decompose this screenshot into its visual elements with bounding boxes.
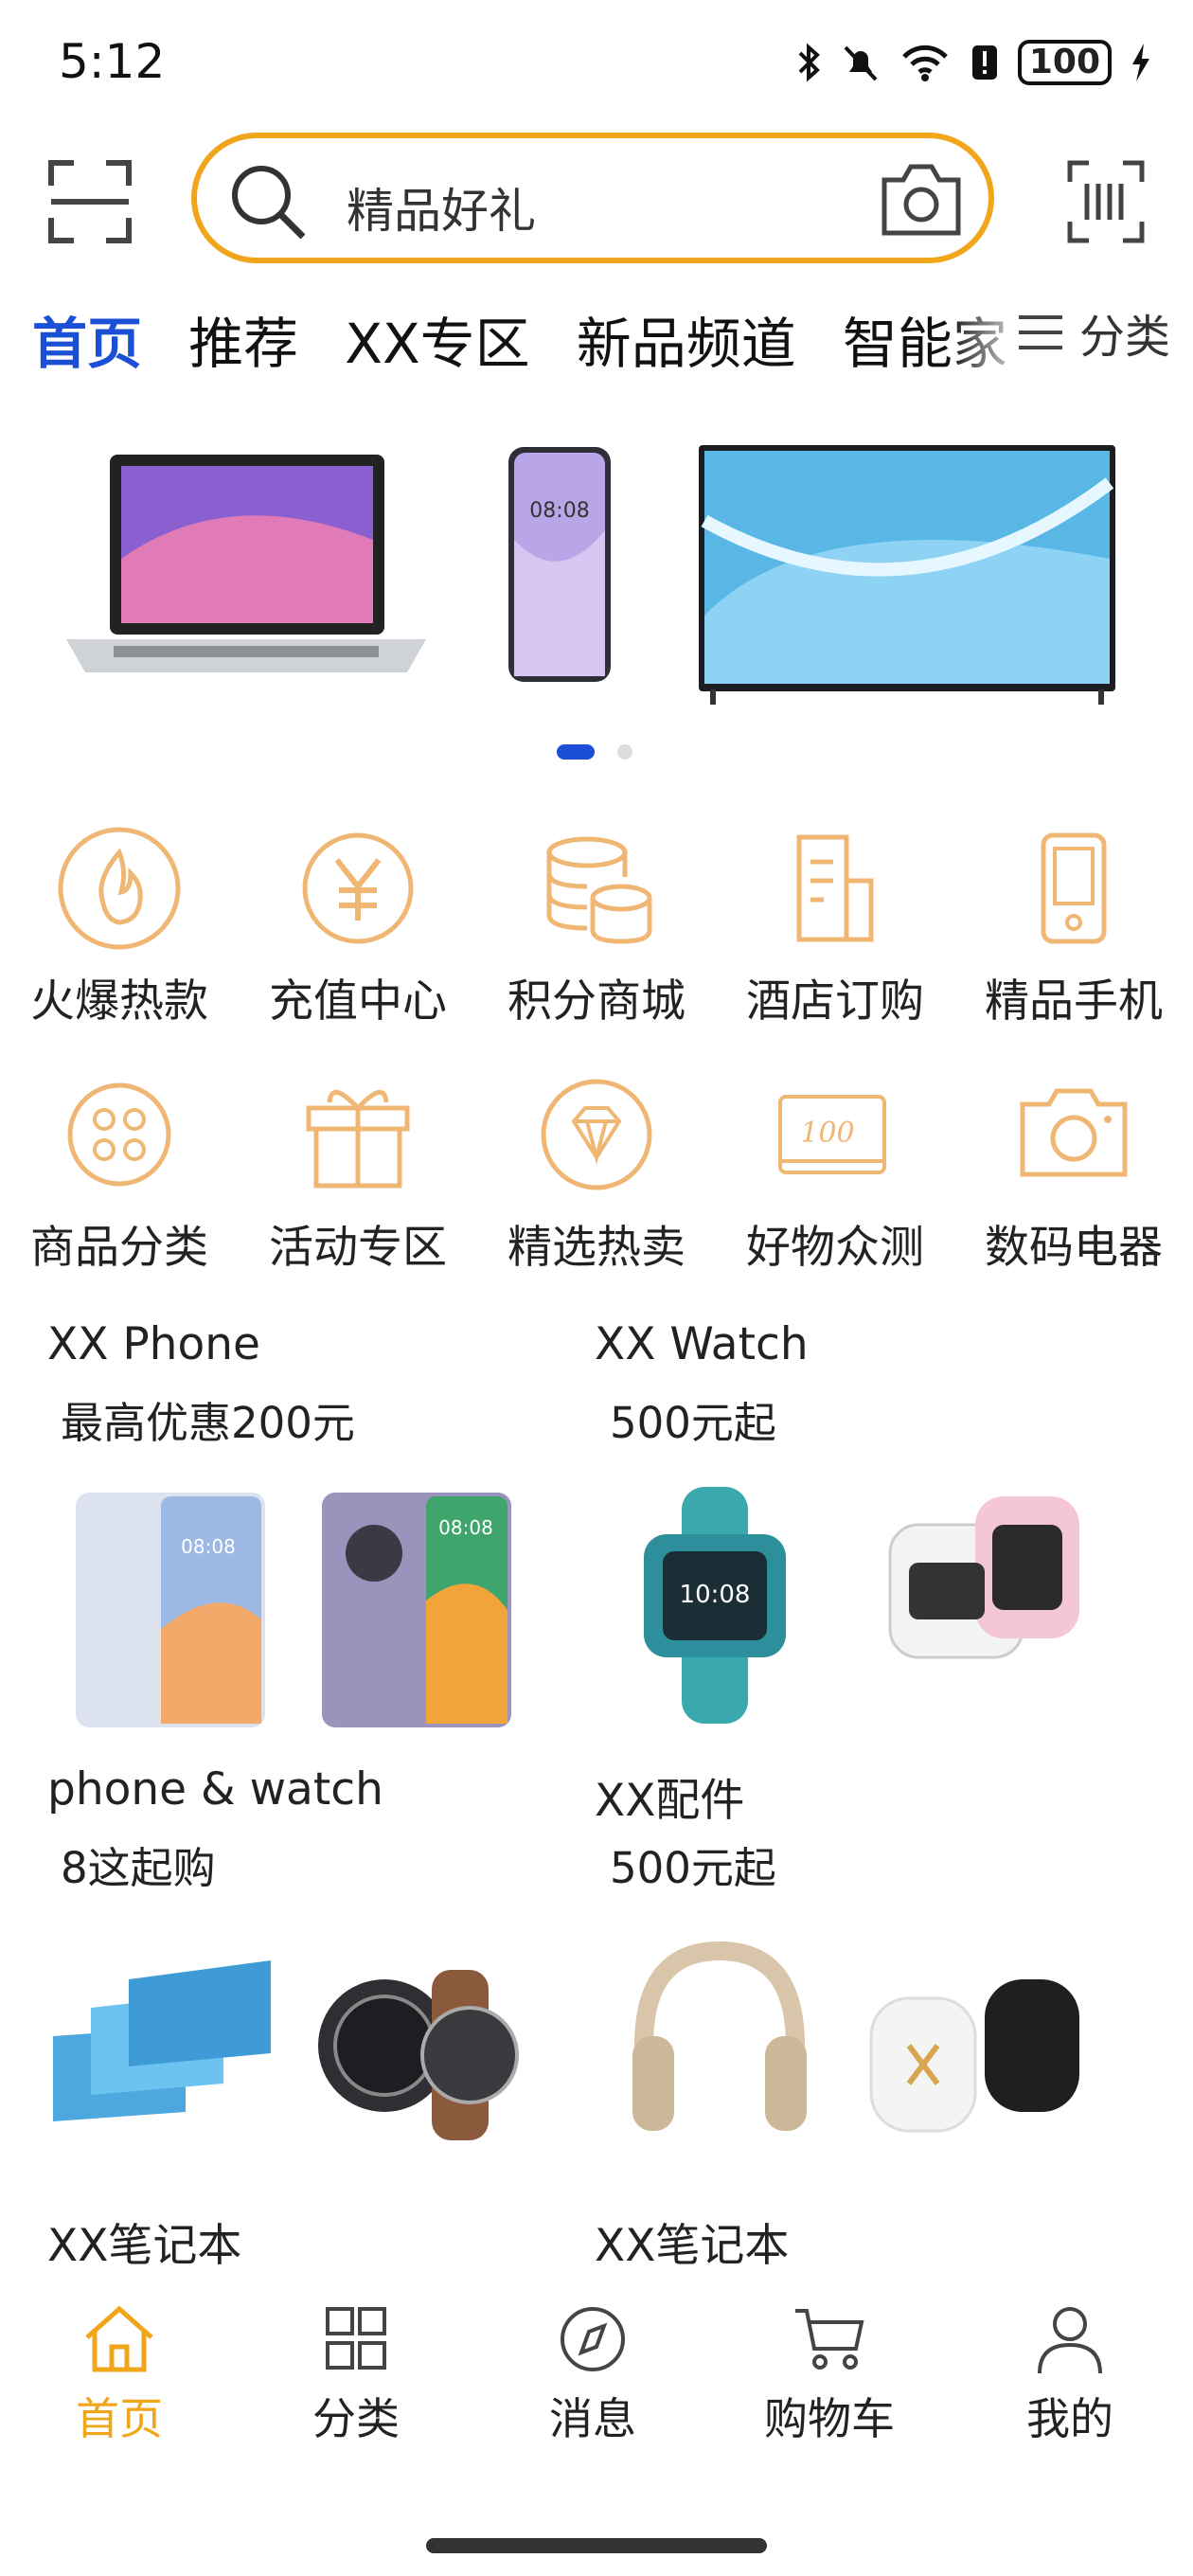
bottom-navigation: 首页 分类 消息 购物车 我的 [0, 2303, 1193, 2531]
tab-home[interactable]: 首页 [32, 299, 142, 375]
product-title: XX Phone [47, 1318, 260, 1370]
charging-icon [1132, 44, 1149, 81]
category-button[interactable]: 分类 [1015, 299, 1170, 366]
quick-link-label: 充值中心 [269, 975, 447, 1028]
search-icon [232, 166, 306, 240]
status-icons: 100 [796, 40, 1151, 85]
phone-icon [1041, 832, 1107, 944]
quick-link-hotel[interactable]: 酒店订购 [716, 824, 954, 1029]
compass-icon [561, 2307, 625, 2371]
quick-link-events[interactable]: 活动专区 [239, 1070, 477, 1276]
camera-search-icon[interactable] [879, 159, 964, 239]
product-subtitle: 500元起 [610, 1398, 776, 1448]
nav-label: 消息 [549, 2393, 636, 2444]
list-icon [1019, 315, 1062, 349]
diamond-icon [541, 1079, 652, 1190]
alert-icon [971, 45, 997, 80]
tv-watch-image[interactable] [53, 1932, 526, 2140]
svg-text:08:08: 08:08 [181, 1535, 236, 1558]
status-time: 5:12 [59, 34, 166, 89]
nav-profile[interactable]: 我的 [975, 2303, 1165, 2447]
quick-link-label: 火爆热款 [30, 975, 208, 1028]
yuan-icon [302, 832, 414, 944]
quick-link-points[interactable]: 积分商城 [477, 824, 716, 1029]
svg-text:08:08: 08:08 [438, 1516, 493, 1539]
product-title: XX笔记本 [595, 2220, 790, 2272]
quick-link-categories[interactable]: 商品分类 [0, 1070, 239, 1276]
phones-image[interactable]: 08:08 08:08 [57, 1487, 530, 1733]
quick-link-label: 积分商城 [507, 975, 686, 1028]
category-label: 分类 [1079, 311, 1171, 364]
svg-text:10:08: 10:08 [680, 1581, 751, 1609]
quick-link-label: 数码电器 [985, 1222, 1163, 1274]
quick-link-label: 精品手机 [985, 975, 1163, 1028]
camera-icon [1020, 1088, 1128, 1177]
accessories-image[interactable] [625, 1932, 1098, 2150]
tab-xx-zone[interactable]: XX专区 [345, 299, 529, 375]
mute-icon [844, 45, 878, 81]
wifi-icon [902, 45, 948, 81]
quick-link-phones[interactable]: 精品手机 [954, 824, 1193, 1029]
product-subtitle: 最高优惠200元 [61, 1398, 355, 1448]
search-input[interactable] [191, 133, 994, 263]
quick-link-label: 酒店订购 [746, 975, 924, 1028]
grid-icon [326, 2307, 386, 2370]
tv-image [699, 445, 1115, 705]
cart-icon [795, 2309, 864, 2370]
nav-messages[interactable]: 消息 [498, 2303, 687, 2447]
coins-icon [546, 836, 652, 944]
product-title: XX笔记本 [47, 2220, 242, 2272]
laptop-image [66, 455, 426, 672]
dots-grid-icon [67, 1082, 171, 1187]
carousel-dot [617, 744, 632, 760]
product-banner[interactable]: 08:08 [57, 445, 1136, 720]
carousel-dot-active [557, 744, 595, 760]
quick-link-trial[interactable]: 100 好物众测 [716, 1070, 954, 1276]
product-title: phone & watch [47, 1763, 383, 1816]
nav-cart[interactable]: 购物车 [735, 2303, 924, 2447]
quick-link-label: 好物众测 [746, 1222, 924, 1274]
product-subtitle: 8这起购 [61, 1843, 216, 1893]
nav-categories[interactable]: 分类 [261, 2303, 451, 2447]
quick-link-recharge[interactable]: 充值中心 [239, 824, 477, 1029]
home-icon [85, 2305, 153, 2372]
barcode-scan-icon[interactable] [1066, 159, 1146, 244]
nav-label: 分类 [312, 2393, 400, 2444]
quick-link-label: 商品分类 [30, 1222, 208, 1274]
product-subtitle: 500元起 [610, 1843, 776, 1893]
nav-label: 我的 [1026, 2393, 1113, 2444]
top-tabs: 首页 推荐 XX专区 新品频道 智能家 [32, 299, 1017, 375]
product-title: XX配件 [595, 1775, 745, 1827]
phone-image: 08:08 [508, 447, 611, 682]
bluetooth-icon [798, 43, 820, 82]
quick-link-bestsellers[interactable]: 精选热卖 [477, 1070, 716, 1276]
quick-link-label: 活动专区 [269, 1222, 447, 1274]
quick-link-digital[interactable]: 数码电器 [954, 1070, 1193, 1276]
nav-label: 购物车 [764, 2393, 895, 2444]
quick-link-hot[interactable]: 火爆热款 [0, 824, 239, 1029]
watches-image[interactable]: 10:08 [625, 1487, 1079, 1724]
battery-indicator: 100 [1017, 40, 1112, 85]
gift-icon [306, 1090, 410, 1189]
product-title: XX Watch [595, 1318, 809, 1370]
svg-text:100: 100 [800, 1117, 854, 1150]
flame-icon [58, 827, 181, 950]
building-icon [796, 834, 874, 942]
home-indicator[interactable] [426, 2538, 767, 2553]
svg-text:08:08: 08:08 [529, 499, 589, 523]
tab-new-products[interactable]: 新品频道 [577, 299, 796, 375]
nav-label: 首页 [76, 2393, 163, 2444]
scan-icon[interactable] [47, 159, 133, 244]
user-icon [1038, 2307, 1102, 2374]
tab-recommend[interactable]: 推荐 [188, 299, 298, 375]
nav-home[interactable]: 首页 [25, 2303, 214, 2447]
search-placeholder: 精品好礼 [347, 184, 536, 239]
quick-link-label: 精选热卖 [507, 1222, 686, 1274]
coupon-icon: 100 [778, 1095, 886, 1174]
